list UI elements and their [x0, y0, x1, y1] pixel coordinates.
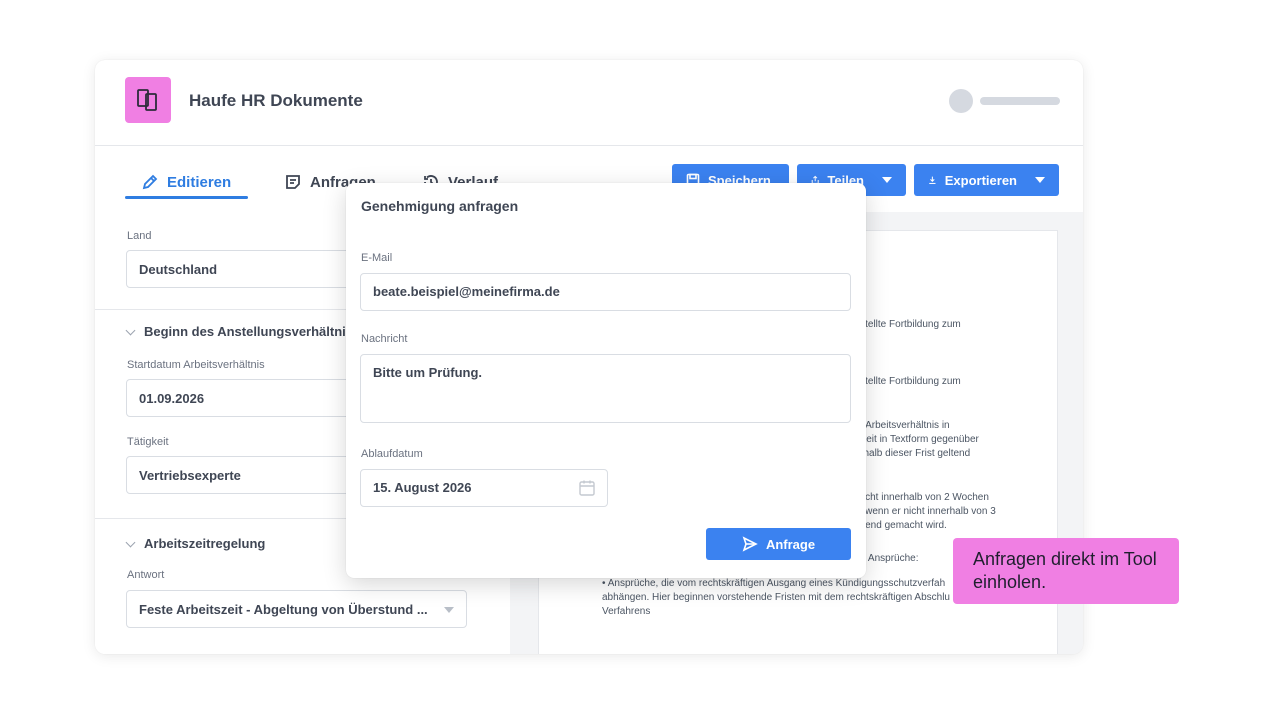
message-label: Nachricht — [361, 333, 408, 345]
chevron-down-icon[interactable] — [1035, 177, 1045, 183]
chevron-down-icon[interactable] — [882, 177, 892, 183]
calendar-icon[interactable] — [578, 479, 596, 497]
chevron-down-icon — [444, 607, 454, 613]
section-start-employment[interactable]: Beginn des Anstellungsverhältnis — [125, 324, 354, 339]
activity-label: Tätigkeit — [127, 436, 169, 448]
doc-line: nerhalb dieser Frist geltend — [849, 448, 971, 459]
send-icon — [742, 536, 758, 552]
doc-line: h nicht innerhalb von 2 Wochen — [849, 492, 989, 503]
tab-label: Editieren — [167, 173, 232, 191]
startdate-label: Startdatum Arbeitsverhältnis — [127, 359, 265, 371]
doc-line: abhängen. Hier beginnen vorstehende Fris… — [602, 592, 950, 603]
documents-icon — [125, 77, 171, 123]
export-label: Exportieren — [944, 172, 1017, 188]
app-title: Haufe HR Dokumente — [189, 91, 363, 110]
section-title: Beginn des Anstellungsverhältnis — [144, 324, 354, 339]
send-label: Anfrage — [765, 536, 816, 552]
tab-editieren[interactable]: Editieren — [141, 166, 231, 198]
answer-label: Antwort — [127, 569, 165, 581]
doc-line: • Ansprüche, die vom rechtskräftigen Aus… — [602, 578, 946, 589]
download-icon — [929, 176, 936, 184]
doc-line: Verfahrens — [602, 606, 651, 617]
answer-select[interactable]: Feste Arbeitszeit - Abgeltung von Überst… — [126, 590, 467, 628]
expiry-date-input[interactable]: 15. August 2026 — [360, 469, 608, 507]
note-icon — [286, 175, 300, 189]
answer-value: Feste Arbeitszeit - Abgeltung von Überst… — [139, 601, 428, 617]
doc-line: lligkeit in Textform gegenüber — [849, 434, 979, 445]
doc-line: ch, wenn er nicht innerhalb von 3 — [849, 506, 996, 517]
expiry-value: 15. August 2026 — [373, 480, 472, 495]
user-name-placeholder — [980, 97, 1060, 105]
send-request-button[interactable]: Anfrage — [706, 528, 851, 560]
export-button[interactable]: Exportieren — [914, 164, 1059, 196]
app-header: Haufe HR Dokumente — [95, 60, 1083, 146]
chevron-down-icon — [125, 325, 136, 335]
user-avatar[interactable] — [949, 89, 973, 113]
email-field[interactable]: beate.beispiel@meinefirma.de — [360, 273, 851, 311]
section-worktime[interactable]: Arbeitszeitregelung — [125, 536, 266, 551]
pencil-icon — [142, 174, 158, 190]
section-title: Arbeitszeitregelung — [144, 536, 266, 551]
message-textarea[interactable]: Bitte um Prüfung. — [360, 354, 851, 423]
active-tab-indicator — [125, 196, 248, 199]
approval-request-dialog: Genehmigung anfragen E-Mail beate.beispi… — [346, 183, 866, 578]
email-label: E-Mail — [361, 252, 393, 264]
dialog-title: Genehmigung anfragen — [361, 198, 519, 214]
chevron-down-icon — [125, 537, 136, 547]
feature-callout: Anfragen direkt im Tool einholen. — [953, 538, 1179, 604]
country-label: Land — [127, 230, 152, 242]
expiry-label: Ablaufdatum — [361, 448, 423, 460]
